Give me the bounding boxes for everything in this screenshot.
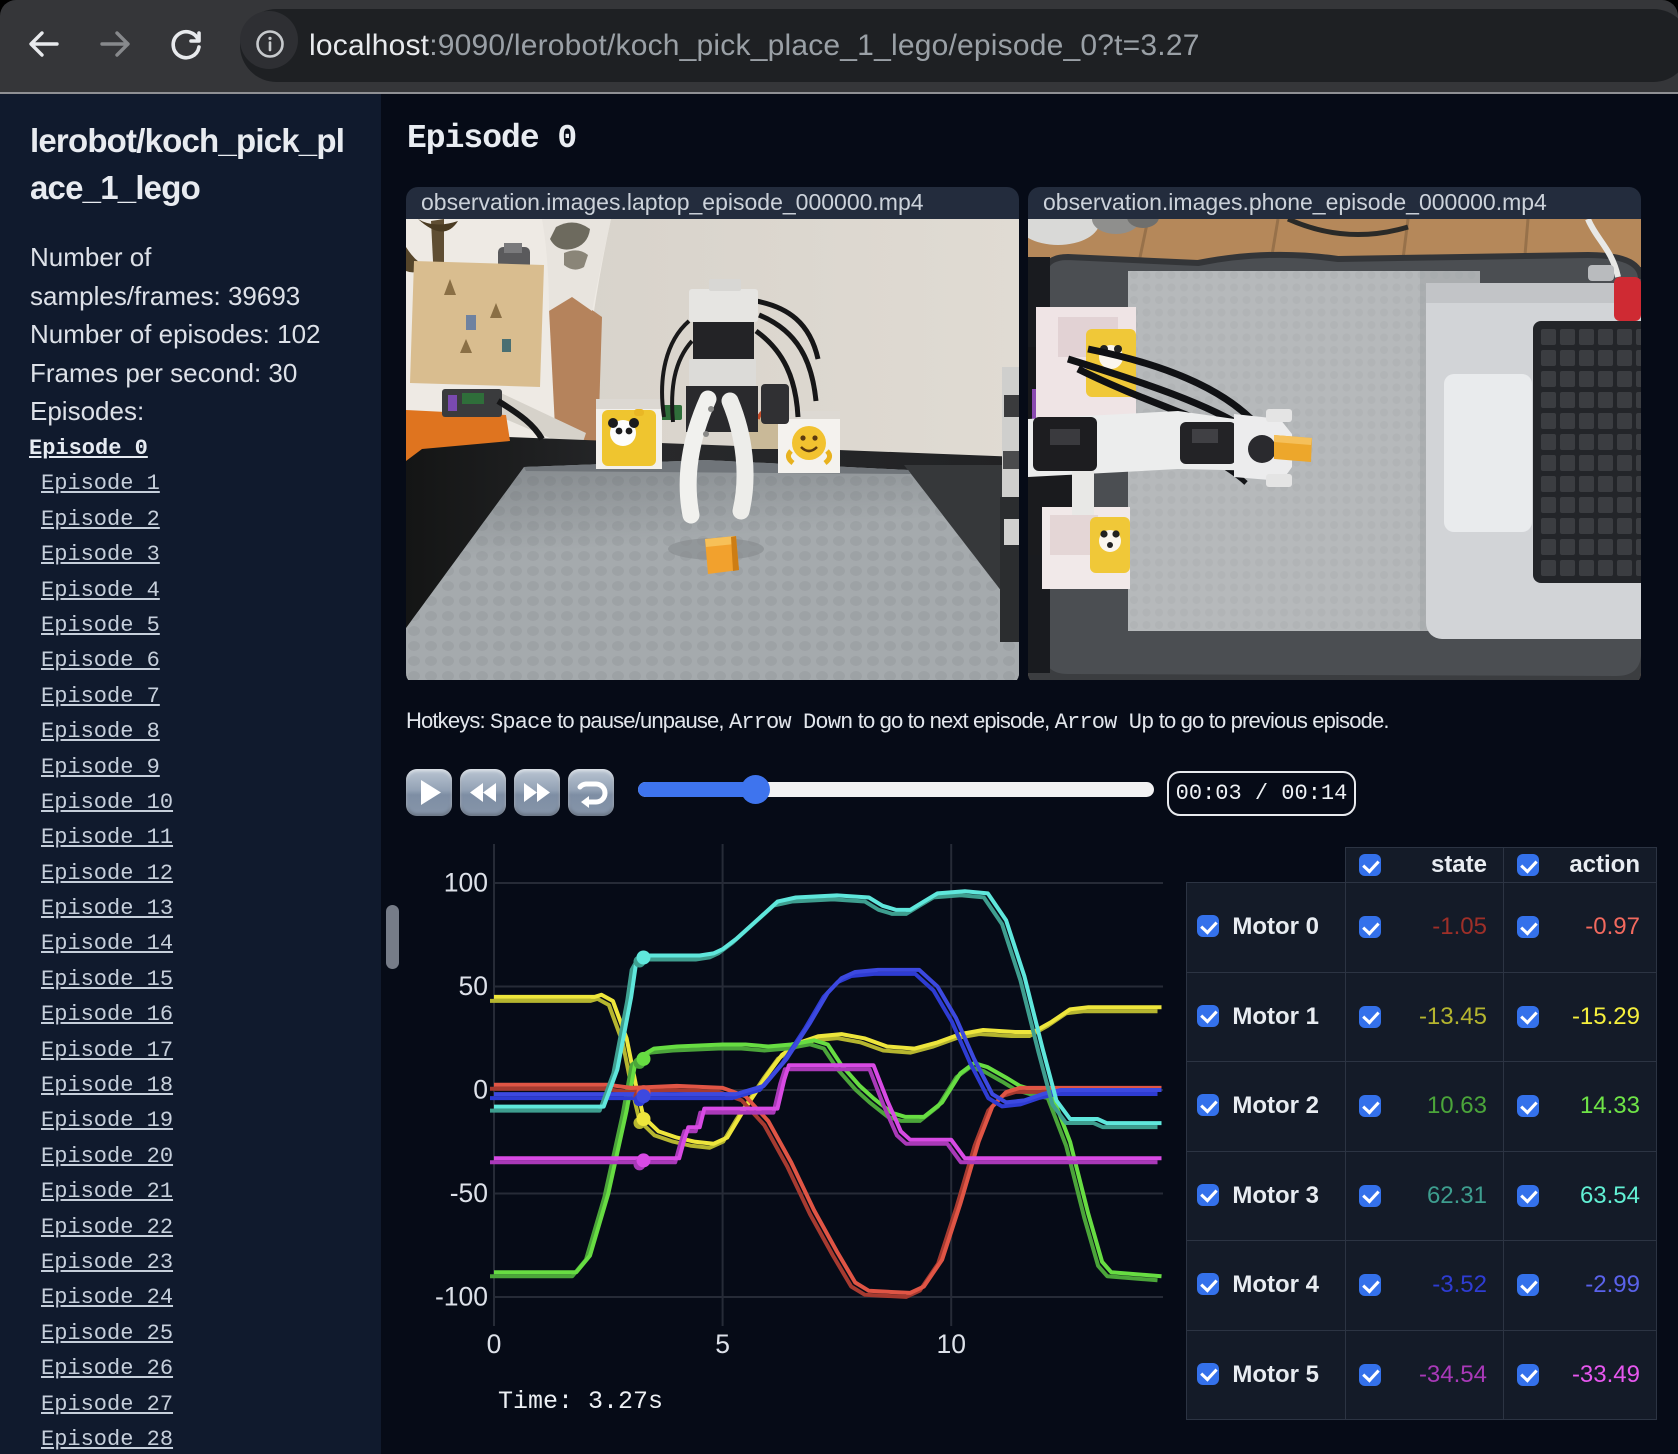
svg-text:-50: -50 xyxy=(450,1178,488,1208)
svg-text:0: 0 xyxy=(473,1075,488,1105)
svg-text:0: 0 xyxy=(487,1329,502,1359)
svg-text:-100: -100 xyxy=(435,1282,488,1312)
svg-text:100: 100 xyxy=(444,868,488,898)
svg-text:5: 5 xyxy=(715,1329,730,1359)
svg-text:50: 50 xyxy=(459,971,488,1001)
svg-text:10: 10 xyxy=(936,1329,965,1359)
